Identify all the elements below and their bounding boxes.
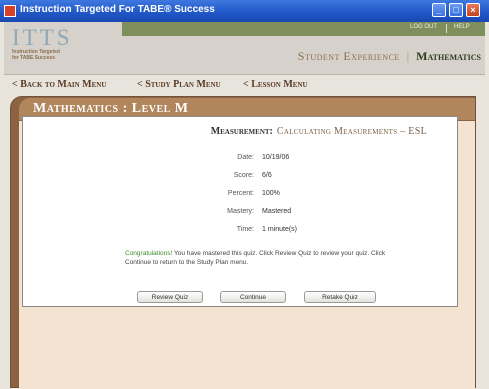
study-plan-menu-link[interactable]: < Study Plan Menu bbox=[137, 79, 221, 90]
quiz-topic-label: Measurement: bbox=[210, 126, 273, 137]
logo-text: ITTS bbox=[12, 25, 73, 50]
review-quiz-button[interactable]: Review Quiz bbox=[137, 291, 203, 303]
result-row-score: Score: 6/6 bbox=[23, 172, 459, 186]
result-row-mastery: Mastery: Mastered bbox=[23, 208, 459, 222]
top-strip: Log Out Help bbox=[122, 22, 485, 36]
score-value: 6/6 bbox=[262, 172, 272, 179]
subject-label: Mathematics bbox=[416, 49, 481, 63]
window-titlebar: Instruction Targeted For TABE® Success _… bbox=[0, 0, 489, 22]
app-icon bbox=[4, 5, 16, 17]
result-message: Congratulations! You have mastered this … bbox=[125, 249, 405, 267]
divider bbox=[446, 24, 447, 33]
quiz-topic-value: Calculating Measurements – ESL bbox=[276, 126, 427, 137]
lesson-menu-link[interactable]: < Lesson Menu bbox=[243, 79, 308, 90]
mastery-label: Mastery: bbox=[227, 208, 254, 215]
navigation-bar: < Back to Main Menu < Study Plan Menu < … bbox=[4, 75, 485, 95]
mastery-value: Mastered bbox=[262, 208, 292, 215]
header-separator: | bbox=[406, 49, 410, 63]
close-icon[interactable]: × bbox=[466, 3, 480, 17]
back-to-main-menu-link[interactable]: < Back to Main Menu bbox=[12, 79, 106, 90]
maximize-icon[interactable]: □ bbox=[449, 3, 463, 17]
quiz-heading: Measurement: Calculating Measurements – E… bbox=[211, 126, 427, 137]
minimize-icon[interactable]: _ bbox=[432, 3, 446, 17]
header-breadcrumb: Student Experience | Mathematics bbox=[298, 49, 481, 64]
result-row-time: Time: 1 minute(s) bbox=[23, 226, 459, 240]
window-title: Instruction Targeted For TABE® Success bbox=[20, 4, 215, 15]
retake-quiz-button[interactable]: Retake Quiz bbox=[304, 291, 376, 303]
date-value: 10/19/06 bbox=[262, 154, 290, 161]
app-header: ITTS Instruction Targeted for TABE Succe… bbox=[4, 22, 485, 75]
percent-value: 100% bbox=[262, 190, 280, 197]
result-row-percent: Percent: 100% bbox=[23, 190, 459, 204]
student-experience-label: Student Experience bbox=[297, 49, 400, 63]
logo-tagline-2: for TABE Success bbox=[12, 55, 55, 61]
percent-label: Percent: bbox=[227, 190, 254, 197]
score-label: Score: bbox=[233, 172, 254, 179]
logout-link[interactable]: Log Out bbox=[410, 24, 437, 30]
panel-title: Mathematics : Level M bbox=[33, 101, 189, 116]
date-label: Date: bbox=[237, 154, 254, 161]
itts-logo: ITTS Instruction Targeted for TABE Succe… bbox=[12, 26, 73, 61]
time-label: Time: bbox=[236, 226, 254, 233]
continue-button[interactable]: Continue bbox=[220, 291, 286, 303]
quiz-result-card: Measurement: Calculating Measurements – E… bbox=[22, 116, 458, 307]
congrats-text: Congratulations! bbox=[125, 250, 173, 257]
help-link[interactable]: Help bbox=[454, 24, 470, 30]
result-row-date: Date: 10/19/06 bbox=[23, 154, 459, 168]
time-value: 1 minute(s) bbox=[262, 226, 298, 233]
